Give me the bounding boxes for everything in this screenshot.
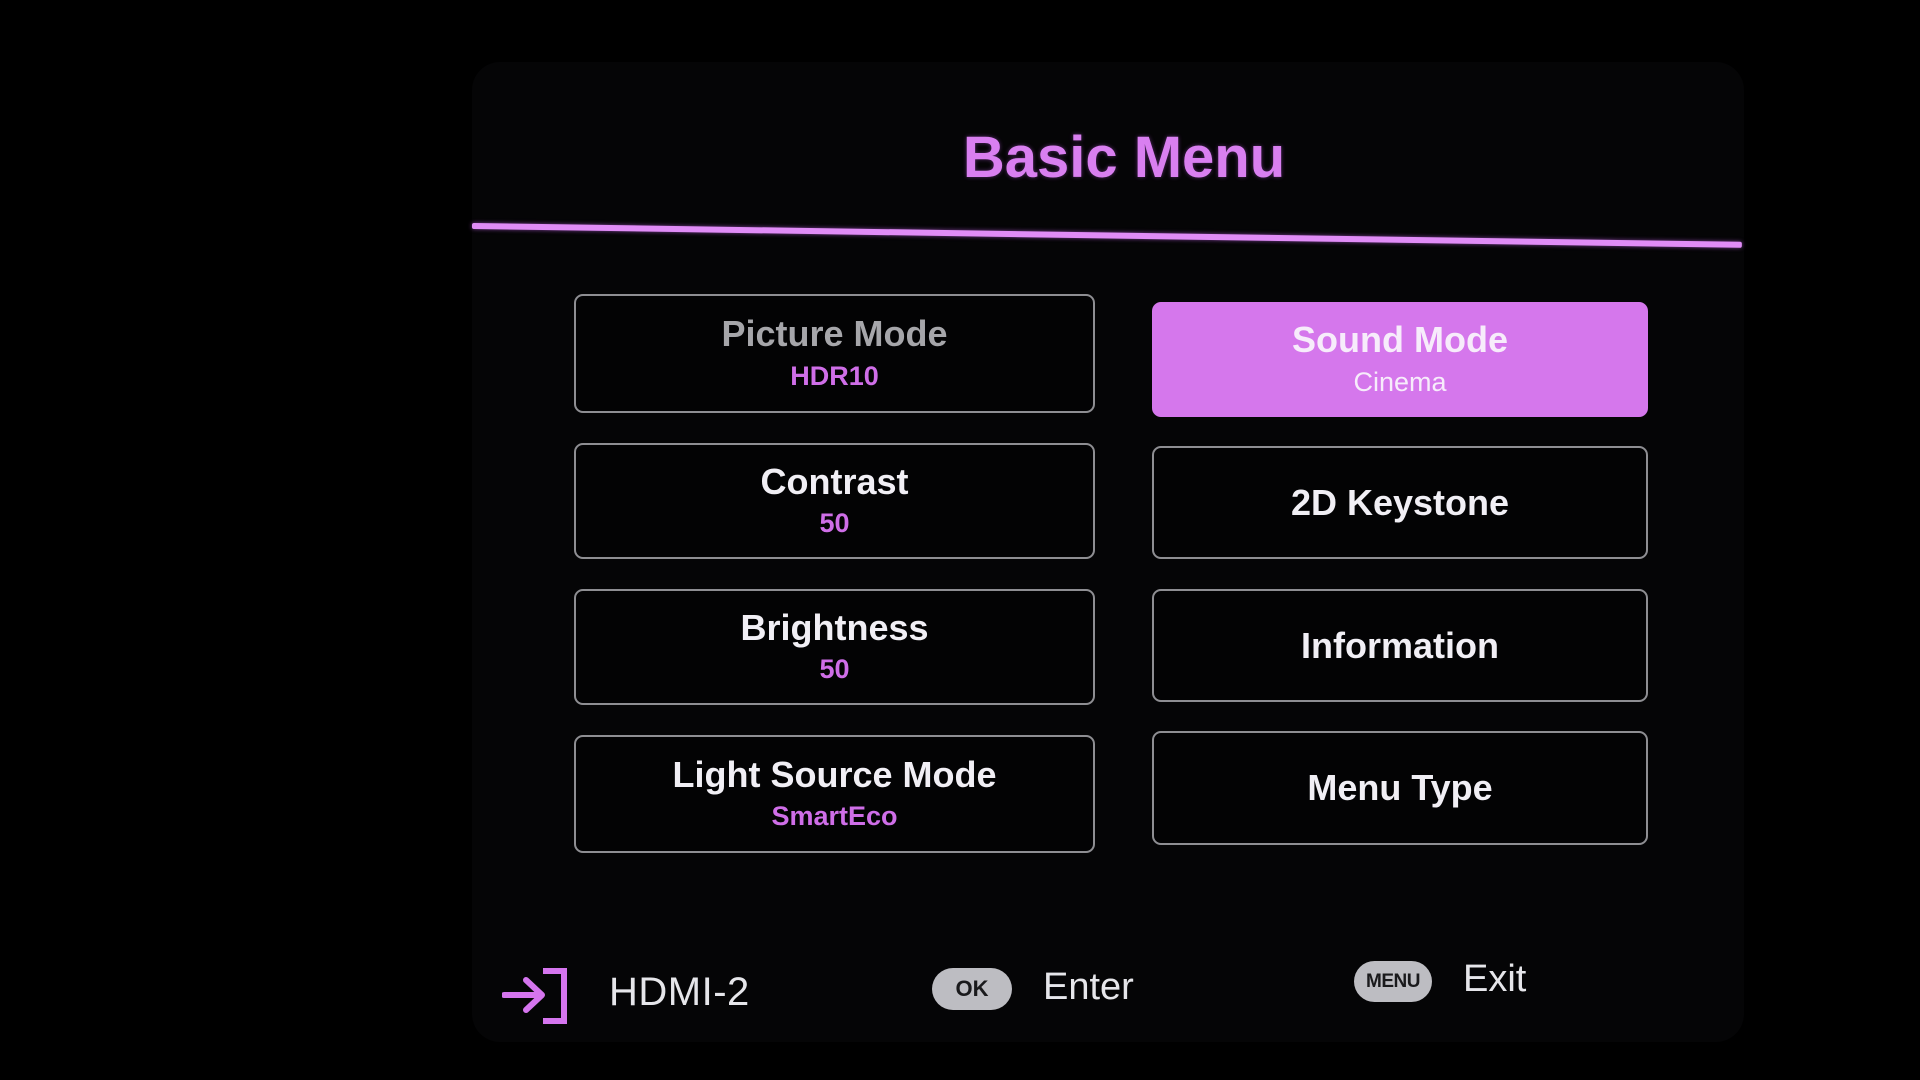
menu-item-label: 2D Keystone — [1290, 481, 1510, 523]
menu-item-label: Brightness — [740, 606, 929, 648]
menu-item-picture-mode[interactable]: Picture Mode HDR10 — [574, 294, 1095, 413]
exit-hint-label: Exit — [1463, 958, 1527, 1000]
menu-item-2d-keystone[interactable]: 2D Keystone — [1152, 446, 1648, 559]
menu-item-label: Light Source Mode — [672, 753, 997, 795]
enter-hint-label: Enter — [1043, 966, 1134, 1008]
menu-item-contrast[interactable]: Contrast 50 — [574, 443, 1095, 559]
menu-item-value: HDR10 — [790, 360, 879, 391]
menu-header: Basic Menu — [472, 124, 1776, 191]
menu-item-sound-mode[interactable]: Sound Mode Cinema — [1152, 302, 1648, 417]
menu-item-menu-type[interactable]: Menu Type — [1152, 731, 1648, 845]
input-source-label: HDMI-2 — [609, 970, 750, 1014]
menu-item-value: Cinema — [1353, 366, 1447, 397]
menu-item-light-source-mode[interactable]: Light Source Mode SmartEco — [574, 735, 1095, 853]
menu-item-value: SmartEco — [771, 801, 898, 832]
menu-item-label: Picture Mode — [721, 313, 948, 355]
input-source-icon — [502, 968, 567, 1024]
menu-item-label: Menu Type — [1307, 767, 1493, 809]
page-title: Basic Menu — [962, 125, 1286, 190]
menu-key-badge: MENU — [1354, 961, 1432, 1002]
menu-item-label: Sound Mode — [1292, 319, 1508, 361]
menu-item-value: 50 — [819, 508, 850, 539]
menu-item-information[interactable]: Information — [1152, 589, 1648, 702]
menu-item-label: Information — [1301, 624, 1499, 666]
menu-item-brightness[interactable]: Brightness 50 — [574, 589, 1095, 705]
menu-item-value: 50 — [819, 654, 850, 685]
menu-item-label: Contrast — [760, 460, 909, 502]
ok-key-badge: OK — [932, 968, 1012, 1010]
